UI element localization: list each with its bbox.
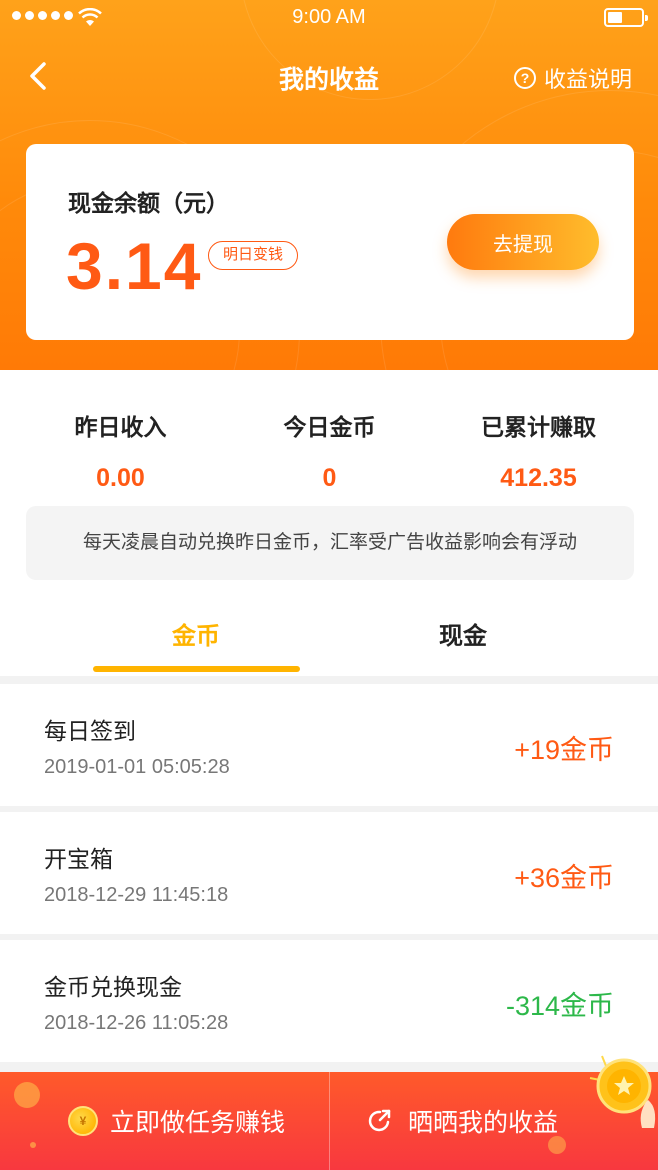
balance-amount: 3.14 [66,229,203,303]
record-title: 开宝箱 [44,846,113,872]
navigation-bar: 我的收益 ? 收益说明 [0,52,658,102]
list-item[interactable]: 每日签到 2019-01-01 05:05:28 +19金币 [0,684,658,806]
stat-value: 0.00 [96,464,145,492]
bottom-action-bar: ¥ 立即做任务赚钱 晒晒我的收益 [0,1072,658,1170]
tab-cash[interactable]: 现金 [360,616,566,651]
bottom-divider [329,1072,330,1170]
record-amount: +19金币 [514,735,614,765]
share-income-button[interactable]: 晒晒我的收益 [366,1072,558,1170]
record-time: 2018-12-29 11:45:18 [44,884,229,906]
battery-icon [604,8,648,27]
exchange-notice: 每天凌晨自动兑换昨日金币，汇率受广告收益影响会有浮动 [26,506,634,580]
do-tasks-label: 立即做任务赚钱 [110,1109,286,1137]
stat-label: 今日金币 [283,414,376,440]
do-tasks-button[interactable]: ¥ 立即做任务赚钱 [68,1072,285,1170]
withdraw-button[interactable]: 去提现 [447,214,599,270]
floating-coin-icon[interactable] [588,1050,658,1130]
share-icon [368,1109,391,1132]
income-help-link[interactable]: ? 收益说明 [513,62,632,94]
record-title: 每日签到 [44,718,136,744]
record-time: 2019-01-01 05:05:28 [44,756,230,778]
list-item[interactable]: 金币兑换现金 2018-12-26 11:05:28 -314金币 [0,940,658,1062]
question-circle-icon: ? [513,67,536,89]
record-amount: -314金币 [505,991,614,1021]
record-title: 金币兑换现金 [44,974,182,1000]
stat-yesterday-income: 昨日收入 0.00 [11,408,230,493]
active-tab-indicator [93,666,300,672]
balance-label: 现金余额（元） [68,190,229,216]
record-amount: +36金币 [514,863,614,893]
share-income-label: 晒晒我的收益 [408,1109,559,1137]
status-time: 9:00 AM [292,6,366,28]
status-bar: 9:00 AM [0,0,658,36]
stat-today-coins: 今日金币 0 [220,408,439,493]
stat-label: 昨日收入 [74,414,167,440]
stat-value: 0 [322,464,337,492]
list-item[interactable]: 开宝箱 2018-12-29 11:45:18 +36金币 [0,812,658,934]
stat-label: 已累计赚取 [481,414,596,440]
balance-card: 现金余额（元） 3.14 明日变钱 去提现 [26,144,634,340]
stat-total-earned: 已累计赚取 412.35 [429,408,648,493]
stat-value: 412.35 [500,464,577,492]
help-label: 收益说明 [543,67,632,92]
record-time: 2018-12-26 11:05:28 [44,1012,229,1034]
summary-section: 昨日收入 0.00 今日金币 0 已累计赚取 412.35 每天凌晨自动兑换昨日… [0,370,658,676]
coin-icon: ¥ [68,1106,98,1136]
tab-coins[interactable]: 金币 [93,616,299,651]
balance-tag: 明日变钱 [208,241,299,270]
